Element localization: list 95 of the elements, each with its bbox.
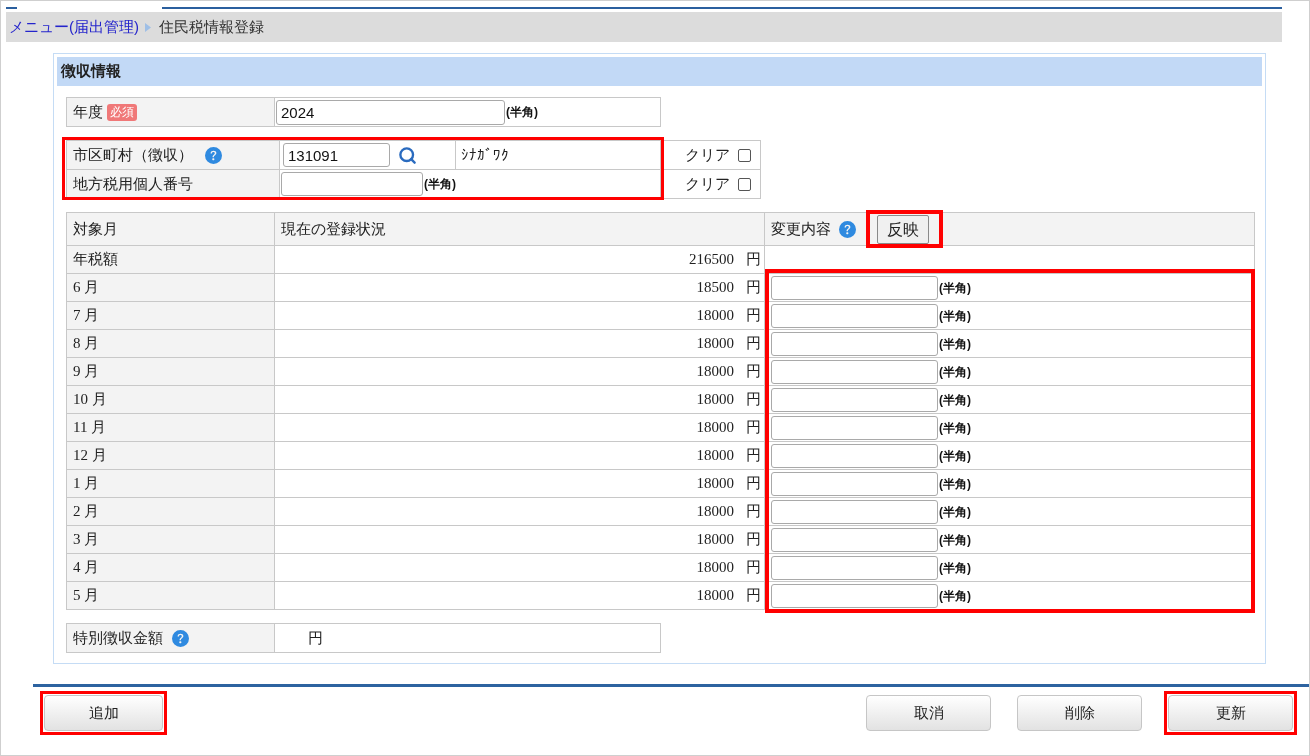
input-field[interactable] (771, 415, 938, 440)
action-button[interactable]: 削除 (1017, 695, 1142, 731)
format-note: (半角) (939, 447, 971, 465)
action-button[interactable]: 取消 (866, 695, 991, 731)
breadcrumb-current: 住民税情報登録 (159, 16, 264, 37)
input-field[interactable] (771, 387, 938, 412)
format-note: (半角) (939, 363, 971, 381)
field-label: 年度 (73, 101, 103, 122)
action-button[interactable]: 更新 (1168, 695, 1293, 731)
clear-label: クリア (685, 144, 730, 165)
currency-unit: 円 (746, 417, 761, 438)
field-label: 市区町村（徴収） (73, 144, 193, 165)
input-field[interactable] (281, 172, 423, 196)
month-label: 年税額 (73, 250, 118, 270)
month-label: 8 月 (73, 334, 100, 354)
format-note: (半角) (939, 475, 971, 493)
input-field[interactable] (771, 555, 938, 580)
amount-text: 18000 (696, 586, 734, 606)
amount-text: 18000 (696, 390, 734, 410)
format-note: (半角) (424, 176, 456, 193)
input-field[interactable] (771, 471, 938, 496)
column-header: 現在の登録状況 (281, 218, 386, 239)
currency-unit: 円 (308, 627, 323, 648)
reflect-button[interactable]: 反映 (877, 215, 929, 244)
clear-label: クリア (685, 173, 730, 194)
currency-unit: 円 (746, 529, 761, 550)
format-note: (半角) (939, 559, 971, 577)
month-label: 4 月 (73, 558, 100, 578)
amount-text: 18000 (696, 558, 734, 578)
month-label: 1 月 (73, 474, 100, 494)
column-header: 対象月 (73, 218, 118, 239)
format-note: (半角) (939, 307, 971, 325)
currency-unit: 円 (746, 557, 761, 578)
column-header: 変更内容 (771, 218, 831, 239)
input-field[interactable] (771, 527, 938, 552)
currency-unit: 円 (746, 249, 761, 270)
month-label: 2 月 (73, 502, 100, 522)
amount-text: 18000 (696, 446, 734, 466)
format-note: (半角) (939, 587, 971, 605)
month-label: 11 月 (73, 418, 107, 438)
currency-unit: 円 (746, 501, 761, 522)
month-label: 10 月 (73, 390, 107, 410)
currency-unit: 円 (746, 389, 761, 410)
checkbox[interactable] (738, 148, 751, 162)
currency-unit: 円 (746, 361, 761, 382)
required-tag: 必須 (107, 103, 137, 121)
format-note: (半角) (939, 335, 971, 353)
month-label: 3 月 (73, 530, 100, 550)
help-icon[interactable] (839, 220, 856, 238)
format-note: (半角) (506, 104, 538, 121)
month-label: 12 月 (73, 446, 107, 466)
amount-text: 18000 (696, 474, 734, 494)
input-field[interactable] (771, 443, 938, 468)
amount-text: 216500 (689, 250, 734, 270)
input-field[interactable] (771, 331, 938, 356)
help-icon[interactable] (205, 146, 222, 164)
field-label: 特別徴収金額 (73, 627, 163, 648)
format-note: (半角) (939, 531, 971, 549)
help-icon[interactable] (172, 629, 189, 647)
action-button[interactable]: 追加 (44, 695, 163, 731)
format-note: (半角) (939, 391, 971, 409)
checkbox[interactable] (738, 177, 751, 191)
amount-text: 18000 (696, 530, 734, 550)
month-label: 9 月 (73, 362, 100, 382)
section-title: 徴収情報 (61, 61, 121, 82)
currency-unit: 円 (746, 445, 761, 466)
currency-unit: 円 (746, 473, 761, 494)
input-field[interactable] (771, 303, 938, 328)
input-field[interactable] (771, 359, 938, 384)
month-label: 7 月 (73, 306, 100, 326)
currency-unit: 円 (746, 333, 761, 354)
currency-unit: 円 (746, 277, 761, 298)
format-note: (半角) (939, 503, 971, 521)
amount-text: 18000 (696, 502, 734, 522)
caret-icon (145, 22, 151, 32)
input-field[interactable] (771, 583, 938, 608)
amount-text: 18000 (696, 334, 734, 354)
field-label: 地方税用個人番号 (73, 173, 193, 194)
month-label: 6 月 (73, 278, 100, 298)
amount-text: 18000 (696, 306, 734, 326)
format-note: (半角) (939, 419, 971, 437)
currency-unit: 円 (746, 305, 761, 326)
currency-unit: 円 (746, 585, 761, 606)
amount-text: 18000 (696, 418, 734, 438)
amount-text: 18500 (696, 278, 734, 298)
input-field[interactable] (771, 499, 938, 524)
amount-text: 18000 (696, 362, 734, 382)
search-icon[interactable] (398, 145, 417, 165)
month-label: 5 月 (73, 586, 100, 606)
input-field[interactable]: 131091 (283, 143, 390, 167)
input-field[interactable]: 2024 (276, 99, 505, 125)
breadcrumb-link[interactable]: メニュー(届出管理) (9, 15, 139, 39)
input-field[interactable] (771, 275, 938, 300)
reading-text: ｼﾅｶﾞﾜｸ (461, 144, 509, 165)
format-note: (半角) (939, 279, 971, 297)
